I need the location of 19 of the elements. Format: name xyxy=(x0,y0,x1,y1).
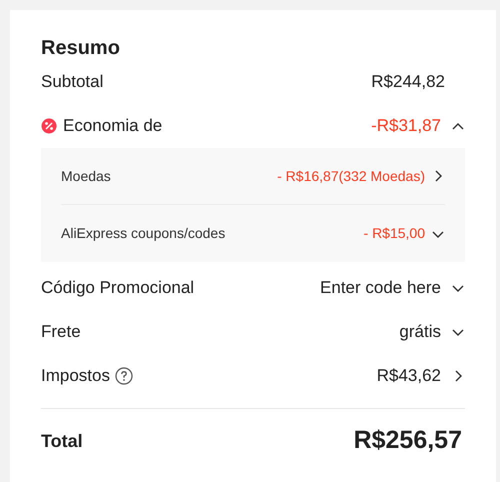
help-icon[interactable] xyxy=(114,367,133,385)
subtotal-label: Subtotal xyxy=(41,71,104,94)
discount-value: - R$16,87(332 Moedas) xyxy=(277,166,425,186)
total-value: R$256,57 xyxy=(354,425,462,456)
summary-value: grátis xyxy=(399,321,441,344)
summary-title: Resumo xyxy=(41,36,121,60)
total-label: Total xyxy=(41,430,83,452)
subtotal-value: R$244,82 xyxy=(371,71,445,94)
summary-label: Código Promocional xyxy=(41,277,194,300)
summary-value: R$43,62 xyxy=(376,365,441,388)
discount-label: Moedas xyxy=(61,166,111,186)
discount-value: - R$15,00 xyxy=(364,224,425,243)
savings-label: Economia de xyxy=(63,115,162,138)
discount-label: AliExpress coupons/codes xyxy=(61,224,226,243)
summary-value: Enter code here xyxy=(320,277,441,300)
summary-label: Frete xyxy=(41,321,81,344)
summary-label: Impostos xyxy=(41,365,110,388)
discount-badge-icon xyxy=(41,118,57,134)
savings-value: -R$31,87 xyxy=(371,115,441,138)
